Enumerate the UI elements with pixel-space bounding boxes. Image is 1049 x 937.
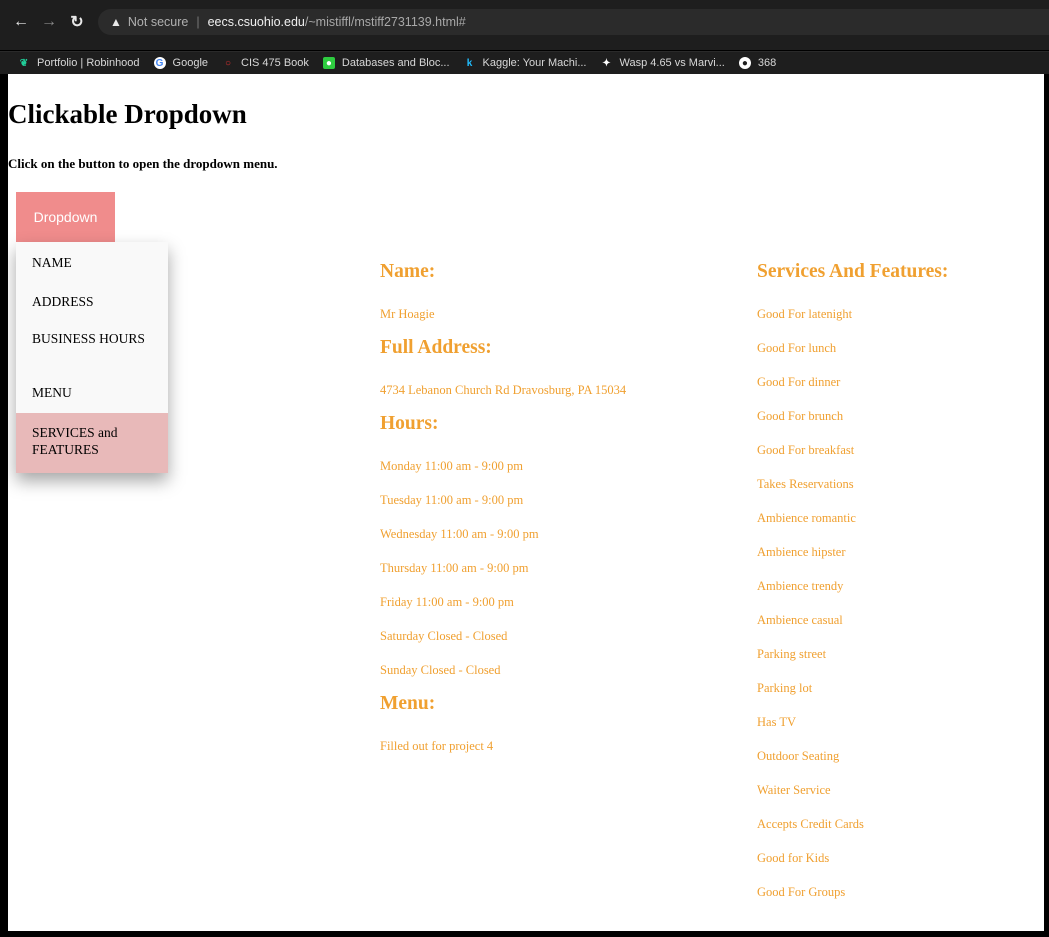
menu-value: Filled out for project 4	[380, 739, 494, 753]
page-subtitle: Click on the button to open the dropdown…	[8, 156, 278, 171]
service-item: Good For breakfast	[757, 443, 855, 457]
service-item: Good For brunch	[757, 409, 844, 423]
page-title: Clickable Dropdown	[8, 99, 247, 129]
hours-line: Saturday Closed - Closed	[380, 629, 508, 643]
service-item: Waiter Service	[757, 783, 831, 797]
browser-nav-bar: ← → ↻ ▲ Not secure | eecs.csuohio.edu /~…	[10, 8, 1049, 35]
services-header: Services And Features:	[757, 261, 949, 282]
bookmark-databases[interactable]: ● Databases and Bloc...	[322, 57, 450, 69]
services-column: Services And Features: Good For latenigh…	[757, 260, 1037, 900]
service-item: Has TV	[757, 715, 797, 729]
service-item: Good for Kids	[757, 851, 830, 865]
bookmark-label: Databases and Bloc...	[341, 57, 450, 69]
globe-icon: ●	[738, 57, 751, 69]
info-column: Name: Mr Hoagie Full Address: 4734 Leban…	[380, 260, 710, 754]
bookmark-368[interactable]: ● 368	[738, 57, 777, 69]
robinhood-icon: ❦	[19, 57, 29, 69]
bookmark-label: Kaggle: Your Machi...	[482, 57, 587, 69]
bookmark-google[interactable]: G Google	[153, 57, 209, 69]
kaggle-icon: k	[466, 57, 473, 69]
back-arrow-icon[interactable]: ←	[10, 11, 32, 33]
name-value: Mr Hoagie	[380, 307, 435, 321]
service-item: Good For latenight	[757, 307, 853, 321]
wasp-icon: ✦	[602, 57, 611, 69]
service-item: Accepts Credit Cards	[757, 817, 864, 831]
not-secure-label: Not secure	[127, 14, 189, 29]
bookmark-wasp[interactable]: ✦ Wasp 4.65 vs Marvi...	[601, 57, 725, 69]
hours-line: Sunday Closed - Closed	[380, 663, 501, 677]
database-icon: ●	[322, 57, 335, 69]
page-content: Clickable Dropdown Click on the button t…	[8, 74, 1044, 931]
address-header: Full Address:	[380, 337, 492, 358]
service-item: Ambience romantic	[757, 511, 856, 525]
bookmark-kaggle[interactable]: k Kaggle: Your Machi...	[464, 57, 587, 69]
menu-item-services-features[interactable]: SERVICES and FEATURES	[16, 413, 168, 473]
bookmark-label: 368	[757, 57, 777, 69]
dropdown-menu: NAME ADDRESS BUSINESS HOURS MENU SERVICE…	[16, 242, 168, 473]
menu-item-address[interactable]: ADDRESS	[16, 282, 168, 322]
hours-line: Tuesday 11:00 am - 9:00 pm	[380, 493, 524, 507]
warning-icon: ▲	[110, 14, 122, 29]
url-host: eecs.csuohio.edu	[207, 14, 305, 29]
service-item: Good For Groups	[757, 885, 846, 899]
menu-item-menu[interactable]: MENU	[16, 374, 168, 413]
address-bar[interactable]: ▲ Not secure | eecs.csuohio.edu /~mistif…	[98, 8, 1049, 35]
service-item: Ambience trendy	[757, 579, 844, 593]
address-value: 4734 Lebanon Church Rd Dravosburg, PA 15…	[380, 383, 627, 397]
bookmark-label: Google	[172, 57, 209, 69]
hours-line: Friday 11:00 am - 9:00 pm	[380, 595, 514, 609]
forward-arrow-icon[interactable]: →	[38, 11, 60, 33]
service-item: Parking street	[757, 647, 827, 661]
menu-item-business-hours[interactable]: BUSINESS HOURS	[16, 322, 168, 374]
service-item: Good For lunch	[757, 341, 837, 355]
bookmark-label: CIS 475 Book	[241, 57, 309, 69]
menu-header: Menu:	[380, 693, 436, 714]
url-path: /~mistiffl/mstiff2731139.html#	[304, 14, 466, 29]
service-item: Outdoor Seating	[757, 749, 840, 763]
bookmark-cis475[interactable]: ○ CIS 475 Book	[222, 57, 309, 69]
bookmark-label: Portfolio | Robinhood	[37, 57, 140, 69]
menu-item-name[interactable]: NAME	[16, 242, 168, 282]
name-header: Name:	[380, 261, 436, 282]
hours-header: Hours:	[380, 413, 439, 434]
hours-line: Wednesday 11:00 am - 9:00 pm	[380, 527, 539, 541]
book-icon: ○	[225, 57, 232, 69]
service-item: Takes Reservations	[757, 477, 854, 491]
dropdown-button[interactable]: Dropdown	[16, 192, 115, 242]
google-icon: G	[153, 57, 166, 69]
service-item: Ambience casual	[757, 613, 843, 627]
hours-line: Monday 11:00 am - 9:00 pm	[380, 459, 523, 473]
bookmark-label: Wasp 4.65 vs Marvi...	[619, 57, 725, 69]
service-item: Good For dinner	[757, 375, 841, 389]
bookmarks-bar: ❦ Portfolio | Robinhood G Google ○ CIS 4…	[0, 51, 1049, 74]
reload-icon[interactable]: ↻	[66, 11, 88, 33]
service-item: Parking lot	[757, 681, 813, 695]
bookmark-robinhood[interactable]: ❦ Portfolio | Robinhood	[18, 57, 140, 69]
browser-toolbar: ← → ↻ ▲ Not secure | eecs.csuohio.edu /~…	[0, 0, 1049, 50]
url-separator: |	[196, 14, 200, 29]
hours-line: Thursday 11:00 am - 9:00 pm	[380, 561, 529, 575]
service-item: Ambience hipster	[757, 545, 846, 559]
